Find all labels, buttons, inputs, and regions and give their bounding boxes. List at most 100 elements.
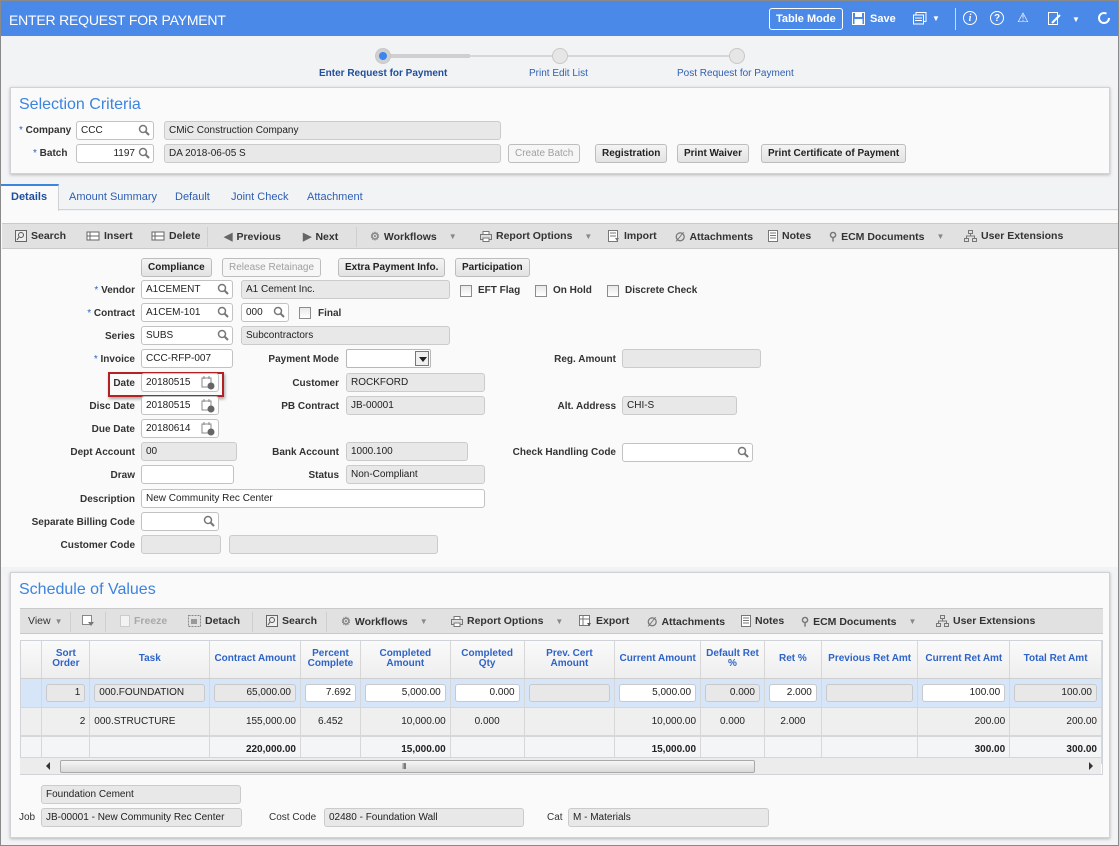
- column-header[interactable]: Completed Qty: [450, 641, 525, 679]
- refresh-icon[interactable]: [1097, 11, 1111, 25]
- search-icon[interactable]: [273, 305, 285, 319]
- table-mode-button[interactable]: Table Mode: [769, 8, 843, 30]
- query-filter-button[interactable]: [82, 615, 95, 627]
- delete-button[interactable]: Delete: [151, 230, 201, 242]
- description-input[interactable]: New Community Rec Center: [141, 489, 485, 508]
- column-header[interactable]: Percent Complete: [300, 641, 361, 679]
- export-button[interactable]: Export: [579, 615, 629, 627]
- search-icon[interactable]: [737, 445, 749, 459]
- step-dot-2[interactable]: [552, 48, 568, 64]
- scroll-right-icon[interactable]: [1089, 762, 1093, 770]
- search-icon[interactable]: [217, 282, 229, 296]
- ret-pct-input[interactable]: 2.000: [768, 683, 817, 702]
- search-icon[interactable]: [138, 146, 150, 160]
- sov-workflows-button[interactable]: ⚙ Workflows ▼: [341, 615, 428, 629]
- invoice-input[interactable]: CCC-RFP-007: [141, 349, 233, 368]
- search-icon[interactable]: [217, 305, 229, 319]
- table-row[interactable]: 2 000.STRUCTURE 155,000.00 6.452 10,000.…: [21, 707, 1102, 737]
- import-button[interactable]: Import: [608, 230, 657, 242]
- search-button[interactable]: Search: [15, 230, 66, 242]
- contract-input[interactable]: A1CEM-101: [141, 303, 233, 322]
- tab-joint-check[interactable]: Joint Check: [231, 191, 288, 203]
- sov-report-options-button[interactable]: Report Options ▼: [451, 615, 563, 627]
- tab-default[interactable]: Default: [175, 191, 210, 203]
- scrollbar-thumb[interactable]: III: [60, 760, 755, 773]
- create-batch-button[interactable]: Create Batch: [508, 144, 581, 163]
- warning-icon[interactable]: ⚠: [1016, 11, 1030, 25]
- horizontal-scrollbar[interactable]: III: [20, 757, 1101, 774]
- completed-qty-input[interactable]: 0.000: [454, 683, 520, 702]
- step-label-print-edit[interactable]: Print Edit List: [529, 68, 588, 79]
- ecm-documents-button[interactable]: ⚲ ECM Documents ▼: [829, 230, 944, 244]
- disc-date-input[interactable]: 20180515: [141, 396, 219, 415]
- percent-complete-input[interactable]: 7.692: [305, 683, 356, 702]
- copy-menu-button[interactable]: ▼: [913, 12, 940, 25]
- column-header[interactable]: Prev. Cert Amount: [524, 641, 616, 679]
- dropdown-arrow-icon[interactable]: [415, 351, 429, 366]
- print-certificate-button[interactable]: Print Certificate of Payment: [761, 144, 907, 163]
- notes-button[interactable]: Notes: [768, 230, 811, 242]
- sov-user-extensions-button[interactable]: User Extensions: [936, 615, 1035, 627]
- final-checkbox[interactable]: [299, 307, 311, 319]
- check-handling-code-input[interactable]: [622, 443, 753, 462]
- edit-menu-button[interactable]: ▼: [1048, 12, 1080, 26]
- column-header[interactable]: Completed Amount: [360, 641, 451, 679]
- compliance-button[interactable]: Compliance: [141, 258, 212, 277]
- step-dot-1[interactable]: [375, 48, 391, 64]
- completed-amount-input[interactable]: 5,000.00: [364, 683, 446, 702]
- batch-input[interactable]: 1197: [76, 144, 154, 163]
- scroll-left-icon[interactable]: [46, 762, 50, 770]
- current-amount-input[interactable]: 5,000.00: [619, 683, 697, 702]
- column-header[interactable]: Current Ret Amt: [917, 641, 1011, 679]
- discrete-check-checkbox[interactable]: [607, 285, 619, 297]
- detach-button[interactable]: Detach: [188, 615, 240, 627]
- series-input[interactable]: SUBS: [141, 326, 233, 345]
- column-header[interactable]: Current Amount: [614, 641, 702, 679]
- vendor-input[interactable]: A1CEMENT: [141, 280, 233, 299]
- sov-notes-button[interactable]: Notes: [741, 615, 784, 627]
- workflows-button[interactable]: ⚙ Workflows ▼: [370, 230, 457, 244]
- sov-ecm-documents-button[interactable]: ⚲ ECM Documents ▼: [801, 615, 916, 629]
- company-input[interactable]: CCC: [76, 121, 154, 140]
- tab-attachment[interactable]: Attachment: [307, 191, 363, 203]
- insert-button[interactable]: Insert: [86, 230, 133, 242]
- tab-details[interactable]: Details: [11, 191, 47, 203]
- due-date-input[interactable]: 20180614: [141, 419, 219, 438]
- view-menu[interactable]: View ▼: [28, 615, 63, 627]
- column-header[interactable]: Contract Amount: [209, 641, 301, 679]
- column-header[interactable]: Default Ret %: [700, 641, 765, 679]
- column-header[interactable]: Previous Ret Amt: [821, 641, 919, 679]
- payment-mode-select[interactable]: [346, 349, 431, 368]
- participation-button[interactable]: Participation: [455, 258, 530, 277]
- calendar-icon[interactable]: [201, 398, 215, 413]
- user-extensions-button[interactable]: User Extensions: [964, 230, 1063, 242]
- search-icon[interactable]: [217, 328, 229, 342]
- print-waiver-button[interactable]: Print Waiver: [677, 144, 749, 163]
- tab-amount-summary[interactable]: Amount Summary: [69, 191, 157, 203]
- column-header[interactable]: Total Ret Amt: [1009, 641, 1102, 679]
- help-icon[interactable]: ?: [990, 11, 1004, 25]
- save-button[interactable]: Save: [852, 12, 896, 25]
- report-options-button[interactable]: Report Options ▼: [480, 230, 592, 242]
- search-icon[interactable]: [138, 123, 150, 137]
- step-label-enter[interactable]: Enter Request for Payment: [319, 68, 447, 79]
- info-icon[interactable]: i: [963, 11, 977, 25]
- column-header[interactable]: Sort Order: [41, 641, 91, 679]
- column-header[interactable]: Task: [89, 641, 211, 679]
- release-retainage-button[interactable]: Release Retainage: [222, 258, 322, 277]
- row-selector[interactable]: [21, 678, 43, 708]
- date-input[interactable]: 20180515: [141, 373, 219, 392]
- search-icon[interactable]: [203, 514, 215, 528]
- calendar-icon[interactable]: [201, 375, 215, 390]
- step-dot-3[interactable]: [729, 48, 745, 64]
- contract-sub-input[interactable]: 000: [241, 303, 289, 322]
- separate-billing-code-input[interactable]: [141, 512, 219, 531]
- sov-attachments-button[interactable]: ∅ Attachments: [647, 615, 725, 629]
- on-hold-checkbox[interactable]: [535, 285, 547, 297]
- next-button[interactable]: ▶ Next: [303, 230, 338, 244]
- attachments-button[interactable]: ∅ Attachments: [675, 230, 753, 244]
- calendar-icon[interactable]: [201, 421, 215, 436]
- draw-input[interactable]: [141, 465, 234, 484]
- registration-button[interactable]: Registration: [595, 144, 668, 163]
- table-row[interactable]: 1 000.FOUNDATION 65,000.00 7.692 5,000.0…: [21, 678, 1102, 708]
